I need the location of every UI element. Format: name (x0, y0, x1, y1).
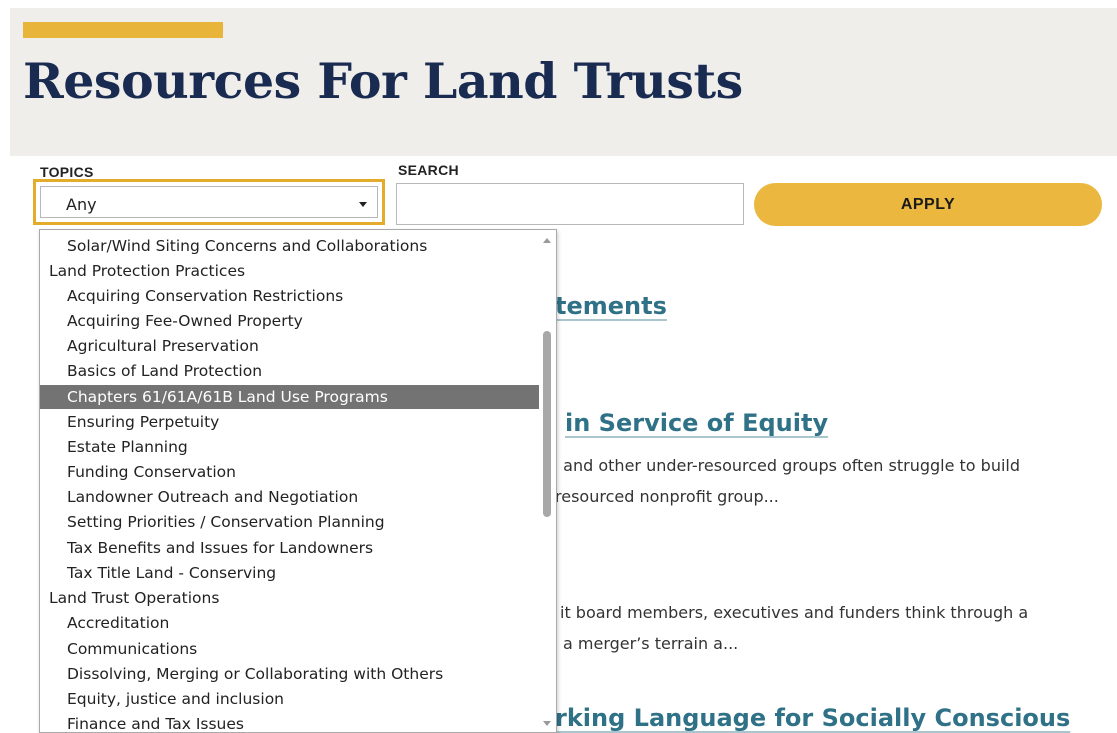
dropdown-option[interactable]: Accreditation (40, 611, 539, 635)
dropdown-option[interactable]: Dissolving, Merging or Collaborating wit… (40, 662, 539, 686)
topics-select-value: Any (66, 195, 97, 214)
dropdown-option[interactable]: Acquiring Conservation Restrictions (40, 284, 539, 308)
scroll-down-arrow-icon[interactable] (543, 721, 551, 726)
dropdown-option[interactable]: Tax Benefits and Issues for Landowners (40, 536, 539, 560)
hero-accent-bar (23, 22, 223, 38)
dropdown-scrollbar[interactable] (539, 230, 556, 732)
dropdown-option[interactable]: Equity, justice and inclusion (40, 687, 539, 711)
dropdown-option[interactable]: Communications (40, 637, 539, 661)
page-hero: Resources For Land Trusts (10, 8, 1117, 156)
topics-label: TOPICS (40, 164, 94, 180)
result-title-2[interactable]: in Service of Equity (565, 409, 828, 437)
chevron-down-icon (359, 202, 367, 207)
topics-select-box[interactable]: Any (40, 186, 378, 218)
result-excerpt-2-line2: resourced nonprofit group... (555, 487, 779, 506)
result-title-1[interactable]: tements (555, 292, 667, 320)
dropdown-option[interactable]: Agricultural Preservation (40, 334, 539, 358)
dropdown-option[interactable]: Solar/Wind Siting Concerns and Collabora… (40, 234, 539, 258)
dropdown-option[interactable]: Ensuring Perpetuity (40, 410, 539, 434)
dropdown-option[interactable]: Landowner Outreach and Negotiation (40, 485, 539, 509)
dropdown-group-label[interactable]: Land Trust Operations (40, 586, 539, 610)
dropdown-option[interactable]: Estate Planning (40, 435, 539, 459)
dropdown-option[interactable]: Tax Title Land - Conserving (40, 561, 539, 585)
dropdown-option-highlighted[interactable]: Chapters 61/61A/61B Land Use Programs (40, 385, 539, 409)
result-excerpt-3-line2: a merger’s terrain a... (563, 634, 739, 653)
dropdown-option[interactable]: Basics of Land Protection (40, 359, 539, 383)
dropdown-group-label[interactable]: Land Protection Practices (40, 259, 539, 283)
page-title: Resources For Land Trusts (23, 52, 743, 110)
result-excerpt-2-line1: , and other under-resourced groups often… (553, 456, 1021, 475)
dropdown-option[interactable]: Funding Conservation (40, 460, 539, 484)
result-title-4[interactable]: rking Language for Socially Conscious (555, 704, 1070, 732)
search-input[interactable] (396, 183, 744, 225)
scroll-up-arrow-icon[interactable] (543, 238, 551, 243)
dropdown-option[interactable]: Acquiring Fee-Owned Property (40, 309, 539, 333)
topics-dropdown-list[interactable]: Solar/Wind Siting Concerns and Collabora… (39, 229, 557, 733)
topics-select[interactable]: Any (33, 179, 385, 225)
search-label: SEARCH (398, 162, 459, 178)
apply-button[interactable]: APPLY (754, 183, 1102, 226)
dropdown-option[interactable]: Finance and Tax Issues (40, 712, 539, 732)
scrollbar-thumb[interactable] (543, 331, 551, 517)
result-excerpt-3-line1: it board members, executives and funders… (560, 603, 1029, 622)
dropdown-option[interactable]: Setting Priorities / Conservation Planni… (40, 510, 539, 534)
